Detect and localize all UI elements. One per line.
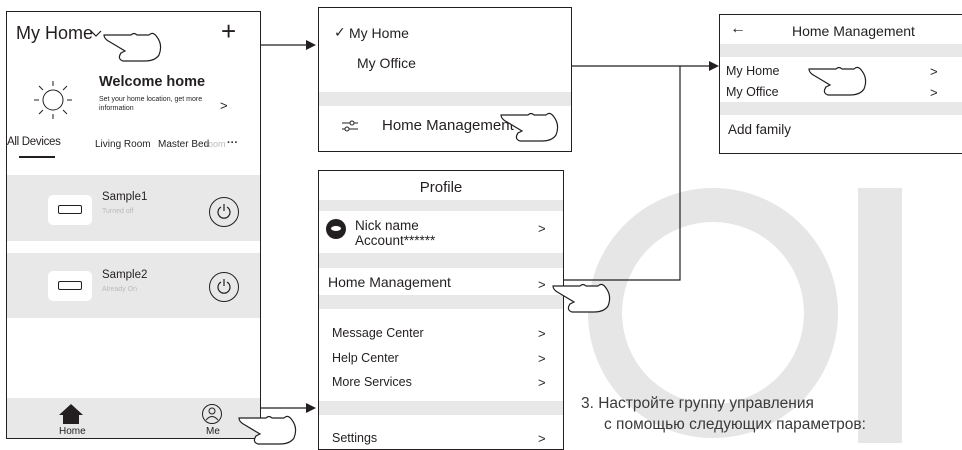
home-title[interactable]: My Home — [16, 23, 93, 44]
check-icon: ✓ — [334, 24, 346, 40]
welcome-subtitle: Set your home location, get more informa… — [99, 96, 203, 112]
device-card[interactable]: Sample2 Already On — [7, 253, 260, 318]
chevron-right-icon[interactable]: > — [538, 326, 546, 341]
air-conditioner-icon — [48, 271, 92, 301]
welcome-chevron[interactable]: > — [220, 98, 228, 113]
divider — [319, 92, 571, 106]
pointing-hand-icon — [500, 112, 559, 142]
device-status: Already On — [102, 286, 138, 293]
menu-more-services[interactable]: More Services — [332, 375, 412, 389]
home-management-link[interactable]: Home Management — [382, 117, 514, 134]
tab-living-room[interactable]: Living Room — [95, 139, 151, 150]
nav-me-label[interactable]: Me — [206, 426, 220, 437]
welcome-title: Welcome home — [99, 74, 206, 90]
sun-icon — [34, 81, 72, 119]
avatar[interactable] — [326, 219, 346, 239]
power-icon — [217, 204, 231, 219]
add-home-button[interactable]: + — [221, 16, 236, 47]
device-name: Sample2 — [102, 269, 148, 281]
power-icon — [217, 279, 231, 294]
home-icon[interactable] — [58, 403, 84, 425]
sliders-icon — [342, 120, 358, 132]
tab-underline — [19, 156, 55, 158]
account: Account****** — [355, 233, 436, 248]
nav-home-label[interactable]: Home — [59, 426, 86, 437]
chevron-right-icon[interactable]: > — [538, 375, 546, 390]
home-item-my-home[interactable]: My Home — [726, 64, 779, 78]
device-name: Sample1 — [102, 191, 148, 203]
tab-all-devices[interactable]: All Devices — [7, 136, 61, 148]
menu-message-center[interactable]: Message Center — [332, 326, 424, 340]
tab-overflow-fade: room — [205, 139, 226, 149]
pointing-hand-icon — [238, 415, 297, 445]
pointing-hand-icon — [552, 283, 611, 313]
chevron-right-icon[interactable]: > — [930, 85, 938, 100]
dropdown-item-my-office[interactable]: My Office — [357, 55, 416, 71]
profile-title: Profile — [419, 179, 463, 196]
nickname[interactable]: Nick name — [355, 218, 419, 233]
profile-icon[interactable] — [201, 403, 223, 425]
add-family-button[interactable]: Add family — [728, 122, 791, 137]
chevron-right-icon[interactable]: > — [930, 64, 938, 79]
menu-help-center[interactable]: Help Center — [332, 351, 399, 365]
device-status: Turned off — [102, 208, 134, 215]
pointing-hand-icon — [808, 66, 867, 96]
air-conditioner-icon — [48, 195, 92, 225]
chevron-right-icon[interactable]: > — [538, 351, 546, 366]
home-item-my-office[interactable]: My Office — [726, 85, 779, 99]
power-button[interactable] — [209, 272, 239, 302]
profile-screen: Profile Nick name Account****** > Home M… — [318, 170, 564, 450]
device-card[interactable]: Sample1 Turned off — [7, 175, 260, 241]
power-button[interactable] — [209, 197, 239, 227]
more-tabs-icon[interactable]: ··· — [227, 137, 238, 149]
home-screen: My Home + Welcome home Set your home loc… — [6, 11, 261, 439]
chevron-right-icon[interactable]: > — [538, 277, 546, 292]
chevron-right-icon[interactable]: > — [538, 431, 546, 446]
chevron-right-icon[interactable]: > — [538, 221, 546, 236]
tab-master-bedroom[interactable]: Master Bed — [158, 139, 209, 150]
caption-line-2: с помощью следующих параметров: — [604, 416, 866, 433]
profile-home-management[interactable]: Home Management — [328, 274, 451, 290]
dropdown-item-my-home[interactable]: My Home — [349, 25, 409, 41]
management-title: Home Management — [792, 23, 915, 39]
caption-line-1: 3. Настройте группу управления — [581, 395, 814, 412]
pointing-hand-icon — [103, 32, 162, 62]
back-arrow-icon[interactable]: ← — [730, 20, 746, 38]
bottom-nav: Home Me — [7, 398, 260, 438]
